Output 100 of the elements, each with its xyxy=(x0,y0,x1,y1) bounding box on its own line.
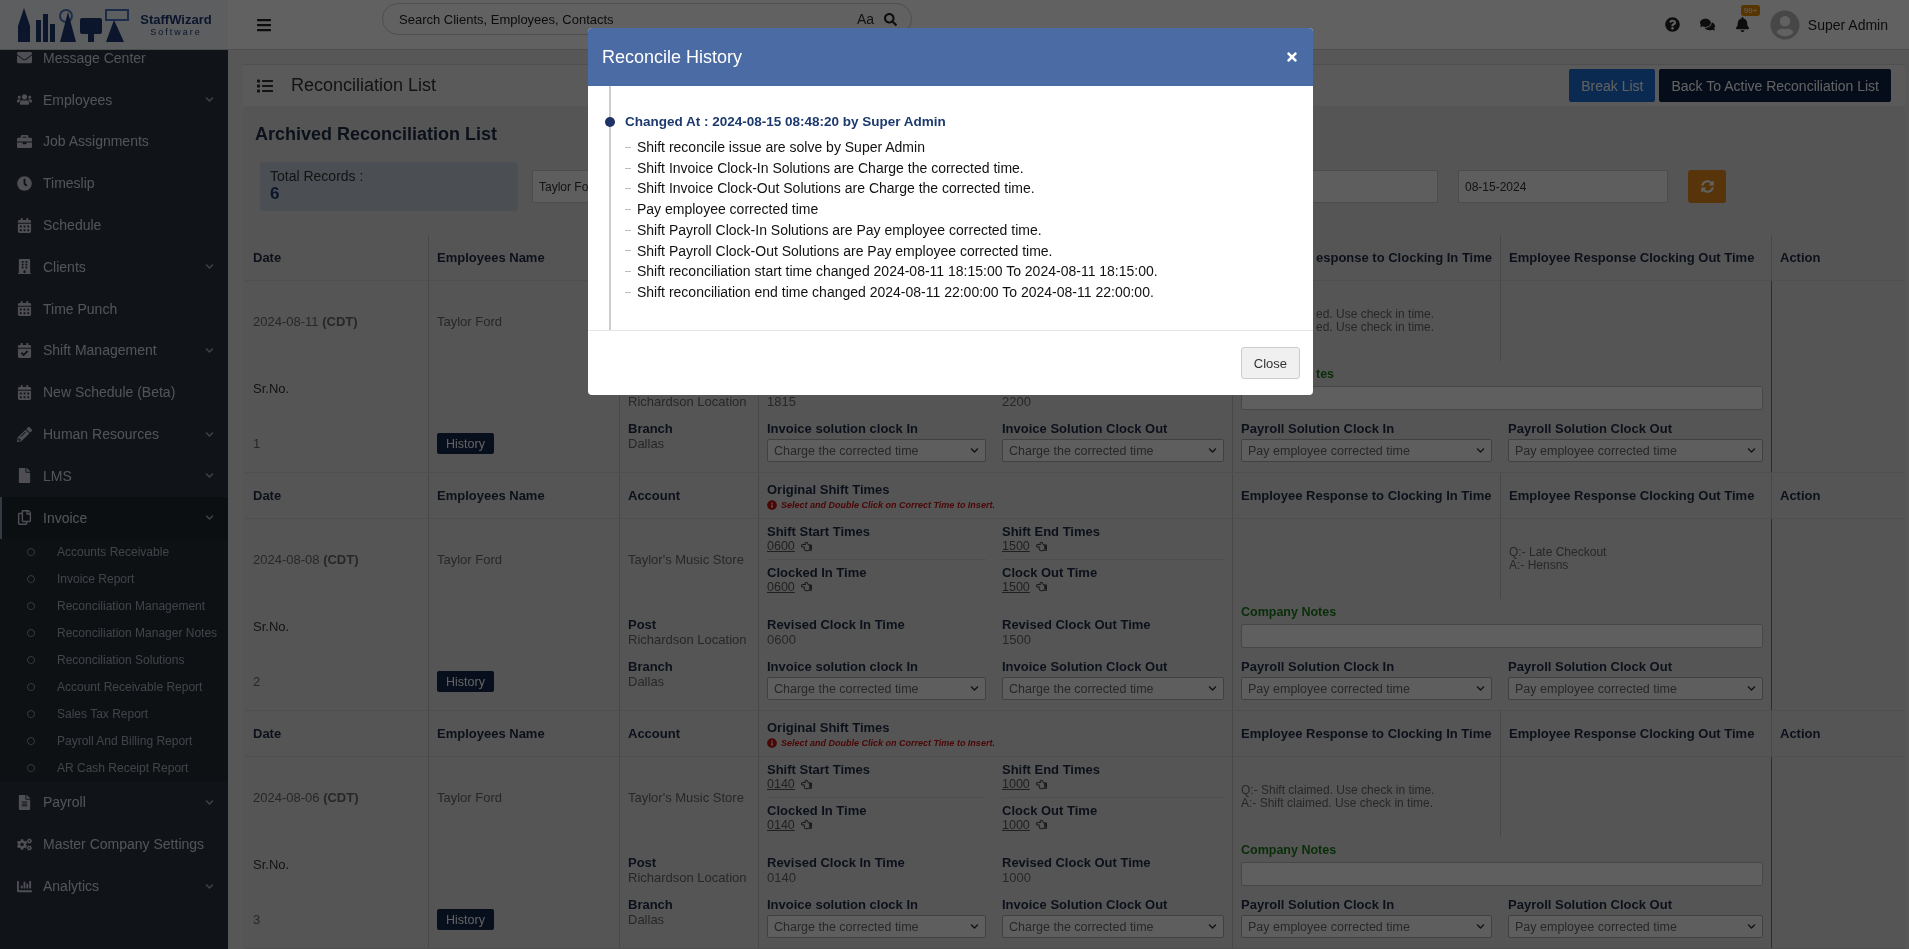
column-header: Employee Response to Clocking In Time xyxy=(1241,726,1492,741)
sidebar-item[interactable]: Analytics xyxy=(0,865,228,907)
chevron-down-icon xyxy=(970,684,979,693)
close-button[interactable]: Close xyxy=(1240,347,1300,379)
sidebar-icon xyxy=(16,342,33,358)
chevron-down-icon xyxy=(1747,684,1756,693)
hand-pointer-icon[interactable] xyxy=(1035,540,1047,552)
history-button[interactable]: History xyxy=(437,671,494,692)
column-header: Original Shift Times xyxy=(767,481,891,497)
column-header: Original Shift Times xyxy=(767,719,891,735)
sidebar-icon xyxy=(16,384,33,400)
sr-label: Sr.No. xyxy=(253,856,291,872)
date-field[interactable]: 08-15-2024 xyxy=(1458,170,1668,203)
info-icon xyxy=(767,499,777,510)
time-label: Clocked In Time xyxy=(767,802,868,818)
history-item: Shift Invoice Clock-In Solutions are Charge the corrected time. xyxy=(637,158,1024,178)
sidebar-item[interactable]: Shift Management xyxy=(0,329,228,372)
history-button[interactable]: History xyxy=(437,909,494,930)
sidebar-item[interactable]: Clients xyxy=(0,246,228,288)
sidebar-icon xyxy=(16,836,33,852)
notes-field[interactable] xyxy=(1241,624,1763,648)
sidebar-item[interactable]: Timeslip xyxy=(0,162,228,205)
chevron-down-icon xyxy=(1208,684,1217,693)
sidebar-icon xyxy=(16,50,33,66)
sidebar-item[interactable]: Job Assignments xyxy=(0,120,228,163)
menu-icon[interactable] xyxy=(256,16,272,33)
action-button[interactable]: Break List xyxy=(1569,69,1656,102)
logo-tagline: Software xyxy=(150,27,202,37)
hand-pointer-icon[interactable] xyxy=(800,581,812,593)
sidebar-icon xyxy=(16,217,33,233)
column-header: Employee Response Clocking Out Time xyxy=(1509,488,1756,503)
history-button[interactable]: History xyxy=(437,433,494,454)
search-icon[interactable] xyxy=(884,12,897,26)
sidebar-icon xyxy=(16,259,33,275)
sidebar-icon xyxy=(16,468,33,484)
column-header: Date xyxy=(253,726,283,741)
chevron-down-icon xyxy=(1476,684,1485,693)
sidebar-icon xyxy=(16,134,33,149)
sidebar-item[interactable]: Message Center xyxy=(0,50,228,79)
hand-pointer-icon[interactable] xyxy=(1035,819,1047,831)
time-label: Shift End Times xyxy=(1002,762,1101,778)
chevron-down-icon xyxy=(1747,922,1756,931)
info-icon xyxy=(767,737,777,748)
sidebar-icon xyxy=(16,794,33,810)
sidebar-item[interactable]: LMS xyxy=(0,454,228,497)
notes-label: tes xyxy=(1316,367,1335,381)
chevron-down-icon xyxy=(970,446,979,455)
refresh-button[interactable] xyxy=(1688,170,1726,203)
history-item: Shift Payroll Clock-In Solutions are Pay employee corrected time. xyxy=(637,220,1042,240)
field-label: Invoice Solution Clock Out xyxy=(1002,421,1169,436)
field-label: Payroll Solution Clock Out xyxy=(1508,421,1673,436)
hand-pointer-icon[interactable] xyxy=(1035,778,1047,790)
chevron-down-icon xyxy=(1747,446,1756,455)
sidebar-icon xyxy=(16,175,33,191)
list-icon xyxy=(257,77,273,94)
field-label: Invoice solution clock In xyxy=(767,421,919,436)
sidebar-icon xyxy=(16,92,33,108)
hint-text: Select and Double Click on Correct Time to Insert. xyxy=(767,499,1224,510)
field-label: Payroll Solution Clock In xyxy=(1241,659,1396,674)
notes-field[interactable] xyxy=(1241,862,1763,886)
sidebar-item[interactable]: Human Resources xyxy=(0,413,228,455)
sidebar-item[interactable]: Payroll xyxy=(0,781,228,824)
sidebar-item[interactable]: Schedule xyxy=(0,204,228,246)
time-label: Clock Out Time xyxy=(1002,564,1099,580)
hand-pointer-icon[interactable] xyxy=(800,778,812,790)
notes-label: Company Notes xyxy=(1241,605,1337,619)
time-label: Clock Out Time xyxy=(1002,802,1099,818)
chat-icon[interactable] xyxy=(1699,17,1715,32)
column-header: Employee Response Clocking Out Time xyxy=(1509,726,1756,741)
hand-pointer-icon[interactable] xyxy=(1035,581,1047,593)
match-case-toggle[interactable]: Aa xyxy=(856,11,874,27)
help-icon[interactable] xyxy=(1664,17,1680,32)
hint-text: Select and Double Click on Correct Time to Insert. xyxy=(767,737,1224,748)
column-header: Employee Response Clocking Out Time xyxy=(1509,250,1756,265)
column-header: esponse to Clocking In Time xyxy=(1315,250,1492,265)
action-button[interactable]: Back To Active Reconciliation List xyxy=(1659,69,1891,102)
sidebar-item[interactable]: New Schedule (Beta) xyxy=(0,371,228,414)
sidebar-item[interactable]: Employees xyxy=(0,78,228,121)
column-header: Action xyxy=(1780,726,1822,741)
close-icon[interactable] xyxy=(1285,50,1299,64)
field-label: Invoice solution clock In xyxy=(767,897,919,912)
sidebar-icon xyxy=(16,510,33,526)
column-header: Employees Name xyxy=(437,250,546,265)
hand-pointer-icon[interactable] xyxy=(800,540,812,552)
bell-icon[interactable] xyxy=(1734,17,1750,32)
column-header: Date xyxy=(253,250,283,265)
avatar-icon[interactable] xyxy=(1769,9,1800,40)
hand-pointer-icon[interactable] xyxy=(800,819,812,831)
column-header: Date xyxy=(253,488,283,503)
field-label: Invoice solution clock In xyxy=(767,659,919,674)
user-name[interactable]: Super Admin xyxy=(1807,16,1888,33)
refresh-icon xyxy=(1700,180,1714,193)
dialog-title: Reconcile History xyxy=(602,46,744,68)
chevron-down-icon xyxy=(1208,922,1217,931)
column-header: Account xyxy=(628,726,681,741)
chevron-down-icon xyxy=(1208,446,1217,455)
notes-field[interactable] xyxy=(1241,386,1763,410)
sidebar-item[interactable]: Time Punch xyxy=(0,287,228,330)
sidebar-item[interactable]: Master Company Settings xyxy=(0,823,228,866)
sidebar-item[interactable]: Invoice xyxy=(0,496,228,539)
